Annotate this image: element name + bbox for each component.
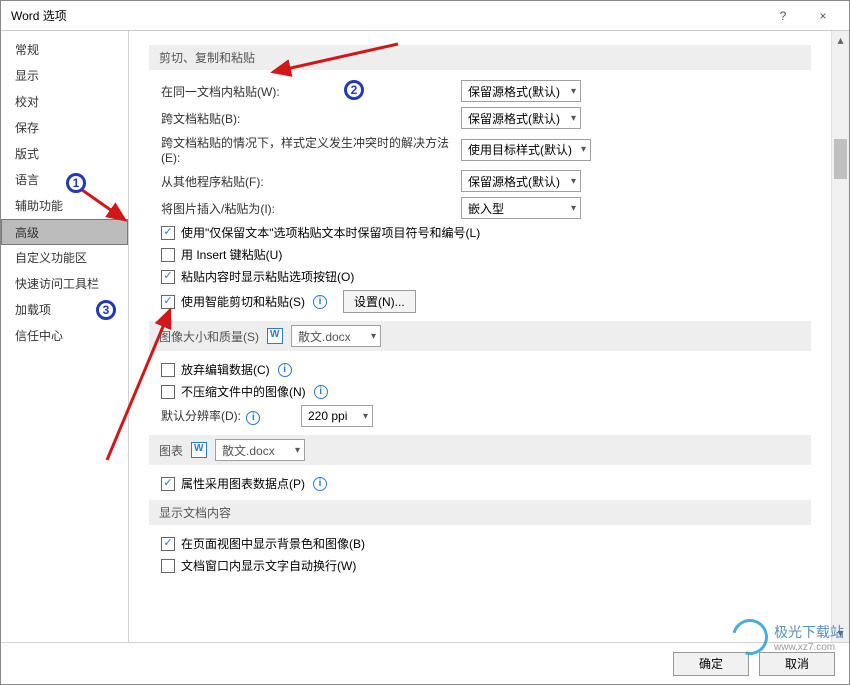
content-area: 剪切、复制和粘贴 在同一文档内粘贴(W): 保留源格式(默认) 跨文档粘贴(B)… xyxy=(129,31,849,642)
label-default-res: 默认分辨率(D): i xyxy=(161,407,301,425)
label-paste-same-doc: 在同一文档内粘贴(W): xyxy=(161,83,461,100)
sidebar-item-general[interactable]: 常规 xyxy=(1,37,128,63)
checkbox-discard-edit[interactable] xyxy=(161,363,175,377)
section-cut-copy-paste: 剪切、复制和粘贴 xyxy=(149,45,811,70)
watermark-text: 极光下载站 xyxy=(774,622,844,642)
sidebar-item-proofing[interactable]: 校对 xyxy=(1,89,128,115)
annotation-badge-1: 1 xyxy=(66,173,86,193)
annotation-badge-3: 3 xyxy=(96,300,116,320)
section-image-quality-label: 图像大小和质量(S) xyxy=(159,328,259,345)
select-paste-cross-doc[interactable]: 保留源格式(默认) xyxy=(461,107,581,129)
row-paste-cross-conflict: 跨文档粘贴的情况下，样式定义发生冲突时的解决方法(E): 使用目标样式(默认) xyxy=(161,134,811,165)
checkbox-chart-datapoint[interactable] xyxy=(161,477,175,491)
row-insert-paste-pic: 将图片插入/粘贴为(I): 嵌入型 xyxy=(161,197,811,219)
checkbox-show-paste-btn[interactable] xyxy=(161,270,175,284)
row-paste-other-app: 从其他程序粘贴(F): 保留源格式(默认) xyxy=(161,170,811,192)
select-paste-cross-conflict[interactable]: 使用目标样式(默认) xyxy=(461,139,591,161)
checkbox-insert-key[interactable] xyxy=(161,248,175,262)
info-icon[interactable]: i xyxy=(313,295,327,309)
sidebar: 常规 显示 校对 保存 版式 语言 辅助功能 高级 自定义功能区 快速访问工具栏… xyxy=(1,31,129,642)
close-button[interactable]: × xyxy=(803,2,843,30)
checkbox-smart-cut[interactable] xyxy=(161,295,175,309)
section-chart-label: 图表 xyxy=(159,442,183,459)
sidebar-item-customize-ribbon[interactable]: 自定义功能区 xyxy=(1,245,128,271)
watermark-subtext: www.xz7.com xyxy=(774,642,844,653)
watermark-logo-icon xyxy=(725,612,774,661)
info-icon[interactable]: i xyxy=(314,385,328,399)
row-paste-same-doc: 在同一文档内粘贴(W): 保留源格式(默认) xyxy=(161,80,811,102)
titlebar: Word 选项 ? × xyxy=(1,1,849,31)
row-bg-colors: 在页面视图中显示背景色和图像(B) xyxy=(161,535,811,552)
info-icon[interactable]: i xyxy=(313,477,327,491)
row-discard-edit: 放弃编辑数据(C) i xyxy=(161,361,811,378)
checkbox-keep-bullets[interactable] xyxy=(161,226,175,240)
checkbox-auto-wrap[interactable] xyxy=(161,559,175,573)
word-doc-icon xyxy=(191,442,207,458)
scroll-thumb[interactable] xyxy=(834,139,847,179)
dialog-body: 常规 显示 校对 保存 版式 语言 辅助功能 高级 自定义功能区 快速访问工具栏… xyxy=(1,31,849,642)
ok-button[interactable]: 确定 xyxy=(673,652,749,676)
label-insert-key: 用 Insert 键粘贴(U) xyxy=(181,246,282,263)
window-title: Word 选项 xyxy=(11,7,763,24)
label-insert-paste-pic: 将图片插入/粘贴为(I): xyxy=(161,200,461,217)
row-chart-datapoint: 属性采用图表数据点(P) i xyxy=(161,475,811,492)
row-default-res: 默认分辨率(D): i 220 ppi xyxy=(161,405,811,427)
row-smart-cut: 使用智能剪切和粘贴(S) i 设置(N)... xyxy=(161,290,811,313)
label-auto-wrap: 文档窗口内显示文字自动换行(W) xyxy=(181,557,356,574)
scroll-up-arrow-icon[interactable]: ▴ xyxy=(832,31,849,49)
select-paste-other-app[interactable]: 保留源格式(默认) xyxy=(461,170,581,192)
label-keep-bullets: 使用"仅保留文本"选项粘贴文本时保留项目符号和编号(L) xyxy=(181,224,480,241)
select-image-quality-doc[interactable]: 散文.docx xyxy=(291,325,381,347)
watermark: 极光下载站 www.xz7.com xyxy=(732,619,844,655)
sidebar-item-quick-access[interactable]: 快速访问工具栏 xyxy=(1,271,128,297)
label-paste-cross-conflict: 跨文档粘贴的情况下，样式定义发生冲突时的解决方法(E): xyxy=(161,134,461,165)
help-button[interactable]: ? xyxy=(763,2,803,30)
label-no-compress: 不压缩文件中的图像(N) xyxy=(181,383,306,400)
row-paste-cross-doc: 跨文档粘贴(B): 保留源格式(默认) xyxy=(161,107,811,129)
label-paste-other-app: 从其他程序粘贴(F): xyxy=(161,173,461,190)
select-default-res[interactable]: 220 ppi xyxy=(301,405,373,427)
section-display-doc: 显示文档内容 xyxy=(149,500,811,525)
word-options-dialog: Word 选项 ? × 常规 显示 校对 保存 版式 语言 辅助功能 高级 自定… xyxy=(0,0,850,685)
section-image-quality: 图像大小和质量(S) 散文.docx xyxy=(149,321,811,351)
label-smart-cut: 使用智能剪切和粘贴(S) xyxy=(181,293,305,310)
vertical-scrollbar[interactable]: ▴ ▾ xyxy=(831,31,849,642)
row-insert-key: 用 Insert 键粘贴(U) xyxy=(161,246,811,263)
checkbox-no-compress[interactable] xyxy=(161,385,175,399)
cancel-button[interactable]: 取消 xyxy=(759,652,835,676)
dialog-footer: 确定 取消 xyxy=(1,642,849,684)
select-paste-same-doc[interactable]: 保留源格式(默认) xyxy=(461,80,581,102)
word-doc-icon xyxy=(267,328,283,344)
sidebar-item-language[interactable]: 语言 xyxy=(1,167,128,193)
sidebar-item-trust-center[interactable]: 信任中心 xyxy=(1,323,128,349)
label-chart-datapoint: 属性采用图表数据点(P) xyxy=(181,475,305,492)
annotation-badge-2: 2 xyxy=(344,80,364,100)
sidebar-item-display[interactable]: 显示 xyxy=(1,63,128,89)
info-icon[interactable]: i xyxy=(278,363,292,377)
select-chart-doc[interactable]: 散文.docx xyxy=(215,439,305,461)
settings-button[interactable]: 设置(N)... xyxy=(343,290,416,313)
select-insert-paste-pic[interactable]: 嵌入型 xyxy=(461,197,581,219)
section-chart: 图表 散文.docx xyxy=(149,435,811,465)
label-bg-colors: 在页面视图中显示背景色和图像(B) xyxy=(181,535,365,552)
label-show-paste-btn: 粘贴内容时显示粘贴选项按钮(O) xyxy=(181,268,354,285)
label-discard-edit: 放弃编辑数据(C) xyxy=(181,361,270,378)
row-keep-bullets: 使用"仅保留文本"选项粘贴文本时保留项目符号和编号(L) xyxy=(161,224,811,241)
row-auto-wrap: 文档窗口内显示文字自动换行(W) xyxy=(161,557,811,574)
scroll-track[interactable] xyxy=(832,49,849,624)
info-icon[interactable]: i xyxy=(246,411,260,425)
row-show-paste-btn: 粘贴内容时显示粘贴选项按钮(O) xyxy=(161,268,811,285)
checkbox-bg-colors[interactable] xyxy=(161,537,175,551)
sidebar-item-accessibility[interactable]: 辅助功能 xyxy=(1,193,128,219)
label-paste-cross-doc: 跨文档粘贴(B): xyxy=(161,110,461,127)
content-scroll: 剪切、复制和粘贴 在同一文档内粘贴(W): 保留源格式(默认) 跨文档粘贴(B)… xyxy=(129,31,831,642)
sidebar-item-layout[interactable]: 版式 xyxy=(1,141,128,167)
sidebar-item-save[interactable]: 保存 xyxy=(1,115,128,141)
sidebar-item-advanced[interactable]: 高级 xyxy=(1,219,128,245)
row-no-compress: 不压缩文件中的图像(N) i xyxy=(161,383,811,400)
